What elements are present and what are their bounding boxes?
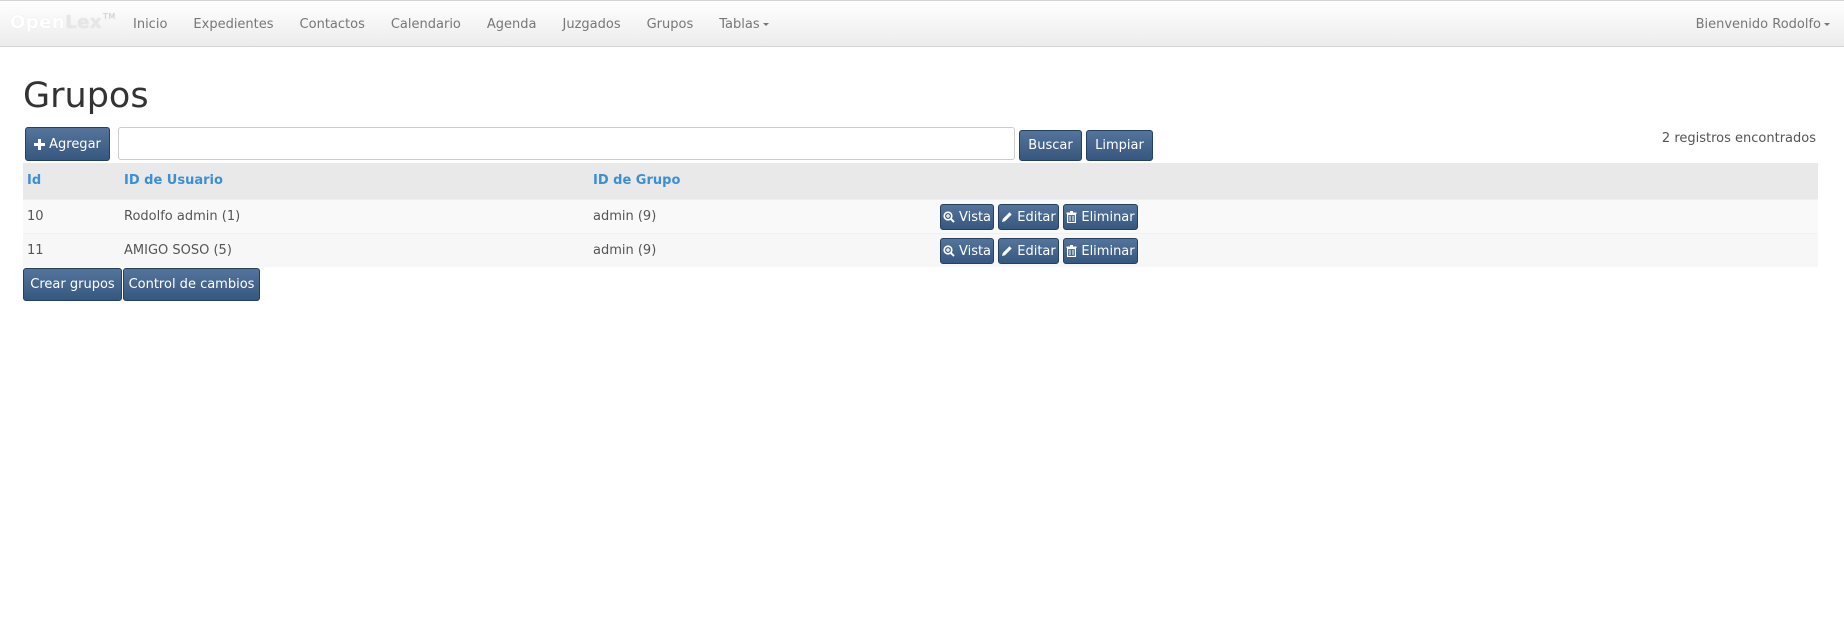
- nav-item-agenda[interactable]: Agenda: [474, 17, 550, 32]
- plus-icon: [34, 138, 46, 150]
- groups-table: Id ID de Usuario ID de Grupo 10 Rodolfo …: [23, 163, 1818, 267]
- cell-id: 11: [27, 243, 44, 258]
- pencil-icon: [1002, 212, 1012, 222]
- cell-id: 10: [27, 209, 44, 224]
- nav-item-contactos[interactable]: Contactos: [287, 17, 378, 32]
- change-log-button[interactable]: Control de cambios: [123, 268, 260, 301]
- cell-grupo: admin (9): [593, 243, 657, 258]
- zoom-in-icon: [943, 211, 955, 223]
- delete-button-label: Eliminar: [1081, 243, 1135, 259]
- cell-usuario: Rodolfo admin (1): [124, 209, 241, 224]
- add-button[interactable]: Agregar: [25, 127, 110, 161]
- view-button-label: Vista: [958, 243, 992, 259]
- nav-item-expedientes[interactable]: Expedientes: [180, 17, 286, 32]
- caret-down-icon: [762, 23, 769, 26]
- search-input[interactable]: [118, 127, 1015, 160]
- edit-button[interactable]: Editar: [998, 204, 1059, 230]
- create-groups-button-label: Crear grupos: [30, 277, 115, 292]
- user-menu-label: Bienvenido Rodolfo: [1695, 17, 1821, 32]
- brand-tm: TM: [103, 12, 116, 21]
- brand-open: Open: [10, 12, 66, 33]
- user-menu-dropdown[interactable]: Bienvenido Rodolfo: [1696, 1, 1830, 48]
- cell-grupo: admin (9): [593, 209, 657, 224]
- table-row: 10 Rodolfo admin (1) admin (9) Vista Edi…: [23, 199, 1818, 233]
- nav-item-tablas-dropdown[interactable]: Tablas: [706, 17, 781, 32]
- edit-button[interactable]: Editar: [998, 238, 1059, 264]
- brand-logo[interactable]: OpenLexTM: [10, 12, 116, 33]
- nav-item-inicio[interactable]: Inicio: [120, 17, 180, 32]
- nav-item-juzgados[interactable]: Juzgados: [550, 17, 634, 32]
- column-header-id[interactable]: Id: [27, 173, 41, 188]
- trash-icon: [1066, 211, 1077, 223]
- delete-button-label: Eliminar: [1081, 209, 1135, 225]
- nav-item-calendario[interactable]: Calendario: [378, 17, 474, 32]
- clear-button-label: Limpiar: [1095, 138, 1144, 153]
- view-button[interactable]: Vista: [940, 204, 994, 230]
- column-header-grupo[interactable]: ID de Grupo: [593, 173, 680, 188]
- edit-button-label: Editar: [1017, 209, 1056, 225]
- pencil-icon: [1002, 246, 1012, 256]
- main-nav: Inicio Expedientes Contactos Calendario …: [120, 1, 782, 48]
- view-button[interactable]: Vista: [940, 238, 994, 264]
- edit-button-label: Editar: [1017, 243, 1056, 259]
- column-header-usuario[interactable]: ID de Usuario: [124, 173, 223, 188]
- search-button-label: Buscar: [1028, 138, 1073, 153]
- nav-item-tablas-label: Tablas: [719, 17, 760, 32]
- records-count: 2 registros encontrados: [1661, 131, 1816, 146]
- table-header: Id ID de Usuario ID de Grupo: [23, 163, 1818, 199]
- trash-icon: [1066, 245, 1077, 257]
- delete-button[interactable]: Eliminar: [1063, 204, 1138, 230]
- page-title: Grupos: [23, 76, 149, 116]
- brand-lex: Lex: [65, 12, 103, 33]
- navbar: OpenLexTM Inicio Expedientes Contactos C…: [0, 0, 1844, 47]
- change-log-button-label: Control de cambios: [128, 277, 255, 292]
- create-groups-button[interactable]: Crear grupos: [23, 268, 122, 301]
- cell-usuario: AMIGO SOSO (5): [124, 243, 232, 258]
- table-row: 11 AMIGO SOSO (5) admin (9) Vista Editar…: [23, 233, 1818, 267]
- delete-button[interactable]: Eliminar: [1063, 238, 1138, 264]
- zoom-in-icon: [943, 245, 955, 257]
- view-button-label: Vista: [958, 209, 992, 225]
- nav-item-grupos[interactable]: Grupos: [634, 17, 707, 32]
- add-button-label: Agregar: [49, 136, 101, 152]
- caret-down-icon: [1824, 23, 1830, 26]
- search-button[interactable]: Buscar: [1019, 130, 1082, 161]
- clear-button[interactable]: Limpiar: [1086, 130, 1153, 161]
